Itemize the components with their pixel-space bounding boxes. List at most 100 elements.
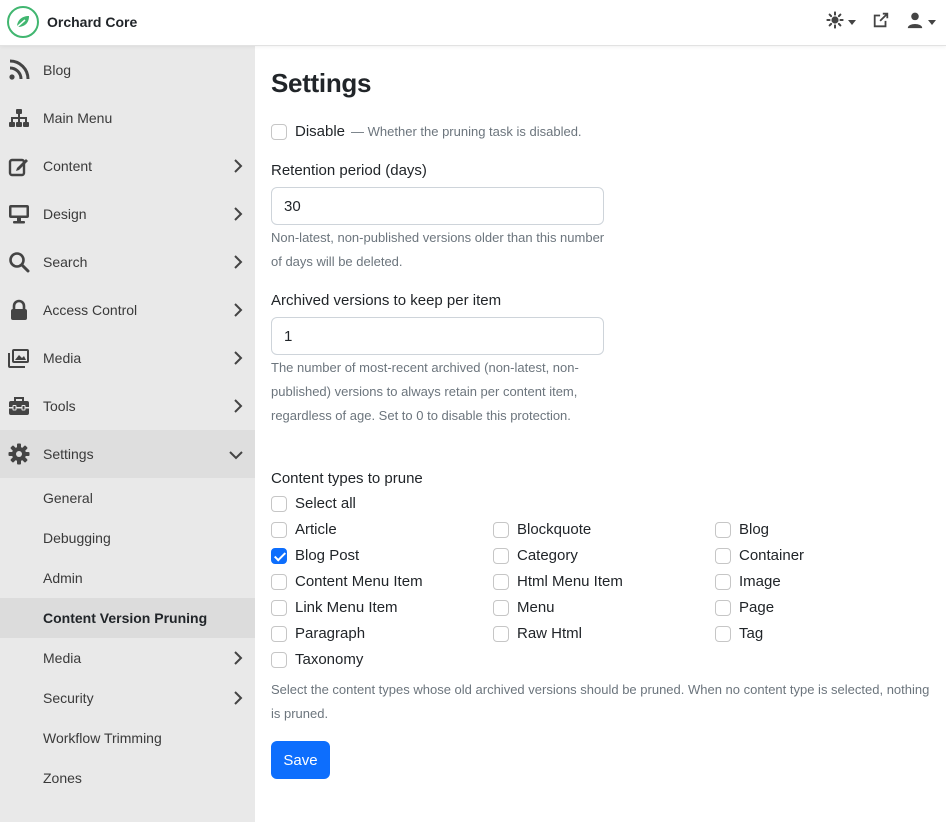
content-type-checkbox[interactable] xyxy=(271,651,287,668)
disable-label[interactable]: Disable xyxy=(295,123,345,140)
content-type-option[interactable]: Tag xyxy=(715,625,763,642)
content-type-label: Raw Html xyxy=(517,625,583,642)
retention-label: Retention period (days) xyxy=(271,162,427,179)
content-type-option[interactable]: Article xyxy=(271,521,337,538)
chevron-right-icon xyxy=(233,159,243,178)
sidebar-item-label: Design xyxy=(43,206,87,222)
admin-sidebar: Blog Main Menu Content Design Search Acc… xyxy=(0,46,255,822)
gear-icon xyxy=(7,442,31,466)
external-link-icon xyxy=(872,11,890,34)
sidebar-subitem-content-version-pruning[interactable]: Content Version Pruning xyxy=(0,598,255,638)
select-all-checkbox-row[interactable]: Select all xyxy=(271,495,356,512)
disable-hint: — Whether the pruning task is disabled. xyxy=(351,124,582,139)
sidebar-subitem-label: Security xyxy=(43,690,94,706)
content-type-option[interactable]: Page xyxy=(715,599,774,616)
select-all-label: Select all xyxy=(295,495,356,512)
content-type-checkbox[interactable] xyxy=(715,573,731,590)
orchard-logo-icon xyxy=(7,6,39,38)
user-icon xyxy=(906,11,924,34)
content-type-checkbox[interactable] xyxy=(715,547,731,564)
disable-checkbox[interactable] xyxy=(271,123,287,140)
sidebar-item-tools[interactable]: Tools xyxy=(0,382,255,430)
content-type-option[interactable]: Html Menu Item xyxy=(493,573,623,590)
top-navbar: Orchard Core xyxy=(0,0,946,46)
sidebar-item-design[interactable]: Design xyxy=(0,190,255,238)
content-type-option[interactable]: Taxonomy xyxy=(271,651,363,668)
save-button[interactable]: Save xyxy=(271,741,330,779)
desktop-icon xyxy=(7,202,31,226)
content-type-option[interactable]: Blog Post xyxy=(271,547,359,564)
sidebar-item-blog[interactable]: Blog xyxy=(0,46,255,94)
sidebar-subitem-security[interactable]: Security xyxy=(0,678,255,718)
content-type-label: Taxonomy xyxy=(295,651,364,668)
sidebar-subitem-label: Media xyxy=(43,650,82,666)
sidebar-subitem-label: Admin xyxy=(43,570,83,586)
content-type-option[interactable]: Blockquote xyxy=(493,521,591,538)
sidebar-subitem-media[interactable]: Media xyxy=(0,638,255,678)
sidebar-item-label: Main Menu xyxy=(43,110,113,126)
sidebar-subitem-admin[interactable]: Admin xyxy=(0,558,255,598)
rss-icon xyxy=(7,58,31,82)
content-type-checkbox[interactable] xyxy=(271,547,287,564)
content-type-checkbox[interactable] xyxy=(715,599,731,616)
visit-site-button[interactable] xyxy=(872,11,890,34)
sidebar-item-access-control[interactable]: Access Control xyxy=(0,286,255,334)
search-icon xyxy=(7,250,31,274)
select-all-checkbox[interactable] xyxy=(271,495,287,512)
chevron-right-icon xyxy=(233,255,243,274)
content-type-label: Blog xyxy=(739,521,770,538)
content-type-checkbox[interactable] xyxy=(271,625,287,642)
archived-input[interactable] xyxy=(271,317,604,355)
content-type-option[interactable]: Raw Html xyxy=(493,625,582,642)
content-type-checkbox[interactable] xyxy=(271,521,287,538)
chevron-right-icon xyxy=(233,303,243,322)
sidebar-subitem-debugging[interactable]: Debugging xyxy=(0,518,255,558)
chevron-right-icon xyxy=(233,651,243,670)
content-type-checkbox[interactable] xyxy=(493,547,509,564)
sidebar-item-content[interactable]: Content xyxy=(0,142,255,190)
sidebar-item-media[interactable]: Media xyxy=(0,334,255,382)
sidebar-item-settings[interactable]: Settings xyxy=(0,430,255,478)
content-type-label: Page xyxy=(739,599,775,616)
sidebar-item-label: Blog xyxy=(43,62,72,78)
content-type-label: Menu xyxy=(517,599,555,616)
sidebar-item-label: Content xyxy=(43,158,93,174)
content-type-checkbox[interactable] xyxy=(493,599,509,616)
sidebar-item-label: Settings xyxy=(43,446,94,462)
content-type-option[interactable]: Category xyxy=(493,547,578,564)
content-type-label: Container xyxy=(739,547,805,564)
retention-input[interactable] xyxy=(271,187,604,225)
content-type-checkbox[interactable] xyxy=(715,521,731,538)
content-type-option[interactable]: Content Menu Item xyxy=(271,573,423,590)
archived-help: The number of most-recent archived (non-… xyxy=(271,360,579,423)
brand-link[interactable]: Orchard Core xyxy=(7,6,137,38)
sidebar-subitem-general[interactable]: General xyxy=(0,478,255,518)
content-type-checkbox[interactable] xyxy=(493,573,509,590)
content-type-label: Blog Post xyxy=(295,547,360,564)
sidebar-subitem-label: Workflow Trimming xyxy=(43,730,162,746)
content-type-option[interactable]: Menu xyxy=(493,599,555,616)
sidebar-item-label: Access Control xyxy=(43,302,138,318)
sidebar-item-main-menu[interactable]: Main Menu xyxy=(0,94,255,142)
content-type-checkbox[interactable] xyxy=(271,573,287,590)
content-type-option[interactable]: Blog xyxy=(715,521,769,538)
content-type-checkbox[interactable] xyxy=(493,521,509,538)
theme-toggle-button[interactable] xyxy=(826,11,856,34)
content-type-option[interactable]: Link Menu Item xyxy=(271,599,398,616)
chevron-down-icon xyxy=(229,447,243,465)
content-type-option[interactable]: Container xyxy=(715,547,804,564)
edit-icon xyxy=(7,154,31,178)
sidebar-subitem-workflow-trimming[interactable]: Workflow Trimming xyxy=(0,718,255,758)
chevron-right-icon xyxy=(233,207,243,226)
sidebar-subitem-label: Debugging xyxy=(43,530,111,546)
retention-help: Non-latest, non-published versions older… xyxy=(271,230,605,269)
images-icon xyxy=(7,346,31,370)
content-type-checkbox[interactable] xyxy=(271,599,287,616)
content-type-checkbox[interactable] xyxy=(493,625,509,642)
user-menu-button[interactable] xyxy=(906,11,936,34)
sidebar-subitem-zones[interactable]: Zones xyxy=(0,758,255,798)
content-type-option[interactable]: Paragraph xyxy=(271,625,365,642)
content-type-option[interactable]: Image xyxy=(715,573,781,590)
sidebar-item-search[interactable]: Search xyxy=(0,238,255,286)
content-type-checkbox[interactable] xyxy=(715,625,731,642)
